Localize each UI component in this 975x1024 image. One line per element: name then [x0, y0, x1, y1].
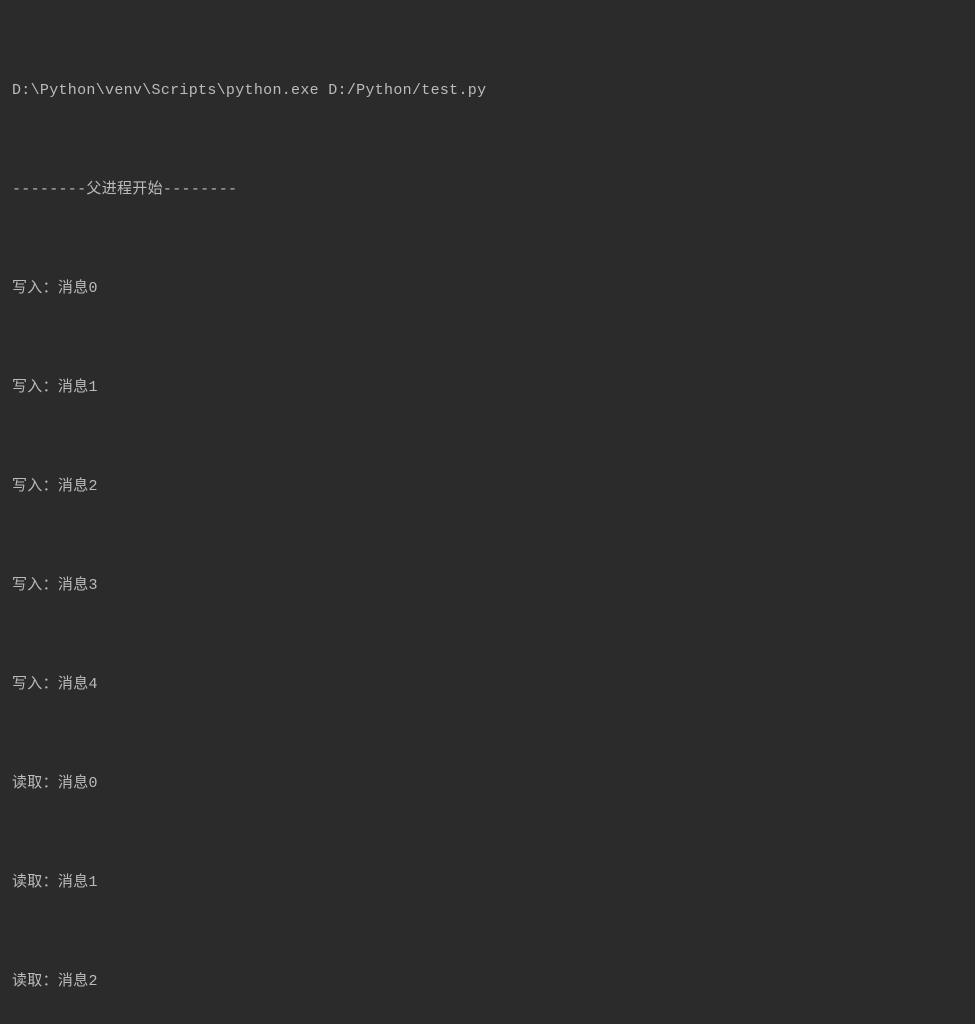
output-line: 写入：消息0: [12, 272, 963, 305]
output-line: 读取：消息2: [12, 965, 963, 998]
output-line: 读取：消息0: [12, 767, 963, 800]
output-line: --------父进程开始--------: [12, 173, 963, 206]
output-line: 写入：消息2: [12, 470, 963, 503]
output-line: D:\Python\venv\Scripts\python.exe D:/Pyt…: [12, 74, 963, 107]
output-line: 读取：消息1: [12, 866, 963, 899]
output-line: 写入：消息4: [12, 668, 963, 701]
output-line: 写入：消息1: [12, 371, 963, 404]
output-line: 写入：消息3: [12, 569, 963, 602]
console-output: D:\Python\venv\Scripts\python.exe D:/Pyt…: [12, 8, 963, 1024]
